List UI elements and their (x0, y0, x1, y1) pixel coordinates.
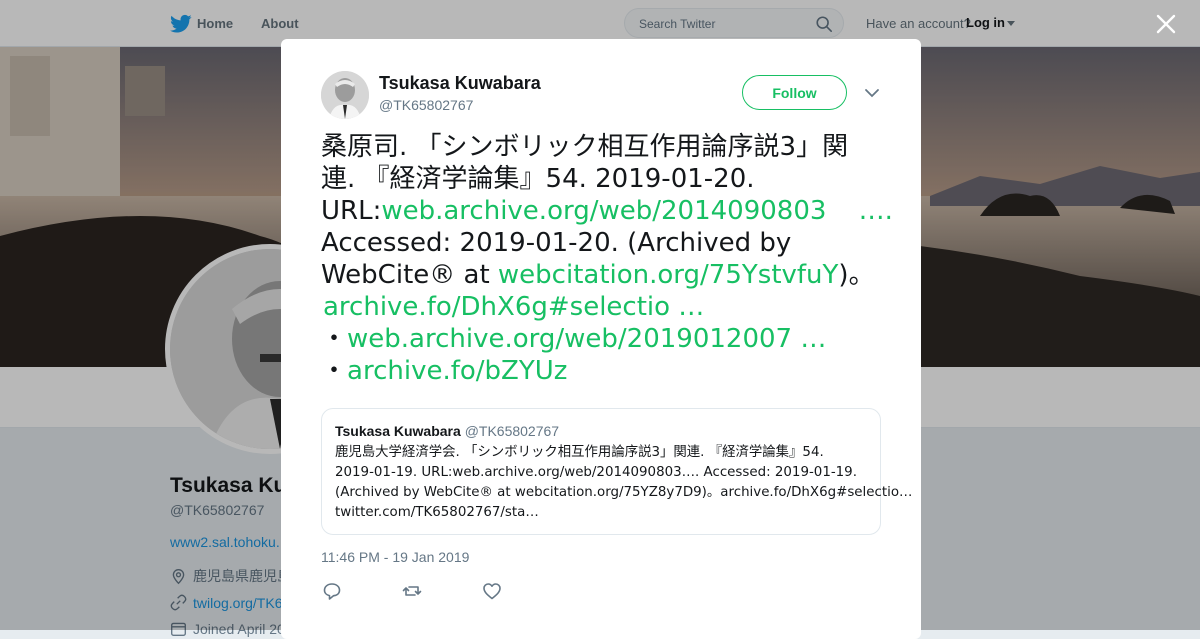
tweet-author-handle[interactable]: @TK65802767 (379, 97, 473, 113)
tweet-line: ・archive.fo/bZYUz (321, 355, 893, 387)
tweet-line: ・web.archive.org/web/2019012007 … (321, 323, 893, 355)
tweet-line: archive.fo/DhX6g#selectio … (321, 291, 893, 323)
tweet-text-segment: URL: (321, 196, 382, 226)
tweet-link[interactable]: webcitation.org/75YstvfuY (498, 260, 839, 290)
tweet-text-segment: WebCite® at (321, 260, 498, 290)
tweet-link[interactable]: archive.fo/bZYUz (347, 356, 567, 386)
chevron-down-icon[interactable] (864, 87, 880, 99)
tweet-line: URL:web.archive.org/web/2014090803 …. (321, 195, 893, 227)
quoted-tweet-header: Tsukasa Kuwabara @TK65802767 (335, 423, 559, 439)
tweet-author-name[interactable]: Tsukasa Kuwabara (379, 73, 541, 94)
tweet-link[interactable]: web.archive.org/web/2019012007 … (347, 324, 826, 354)
close-icon[interactable] (1152, 10, 1180, 38)
tweet-link[interactable]: archive.fo/DhX6g#selectio … (323, 292, 704, 322)
retweet-icon[interactable] (401, 580, 423, 602)
quoted-line: 鹿児島大学経済学会. 「シンボリック相互作用論序説3」関連. 『経済学論集』54… (335, 445, 824, 460)
heart-icon[interactable] (481, 580, 503, 602)
tweet-author-avatar[interactable] (321, 71, 369, 119)
tweet-text-segment: )。 (838, 260, 875, 290)
tweet-timestamp[interactable]: 11:46 PM - 19 Jan 2019 (321, 549, 469, 565)
quoted-line: twitter.com/TK65802767/sta… (335, 505, 539, 520)
tweet-line: Accessed: 2019-01-20. (Archived by (321, 228, 792, 258)
bullet: ・ (321, 356, 348, 386)
quoted-author-name: Tsukasa Kuwabara (335, 423, 461, 439)
reply-icon[interactable] (321, 580, 343, 602)
bullet: ・ (321, 324, 348, 354)
tweet-line: WebCite® at webcitation.org/75YstvfuY)。 (321, 259, 893, 291)
tweet-link[interactable]: web.archive.org/web/2014090803 (381, 196, 826, 226)
quoted-line: 2019-01-19. URL:web.archive.org/web/2014… (335, 465, 857, 480)
tweet-link-ellipsis[interactable]: …. (850, 196, 893, 226)
tweet-text: 桑原司. 「シンボリック相互作用論序説3」関 連. 『経済学論集』54. 201… (321, 131, 893, 387)
tweet-line: 桑原司. 「シンボリック相互作用論序説3」関 (321, 132, 849, 162)
quoted-line: (Archived by WebCite® at webcitation.org… (335, 485, 913, 500)
quoted-tweet[interactable]: Tsukasa Kuwabara @TK65802767 鹿児島大学経済学会. … (321, 408, 913, 535)
follow-button[interactable]: Follow (742, 75, 847, 110)
tweet-line: 連. 『経済学論集』54. 2019-01-20. (321, 164, 755, 194)
quoted-tweet-text: 鹿児島大学経済学会. 「シンボリック相互作用論序説3」関連. 『経済学論集』54… (335, 443, 913, 523)
tweet-modal: Tsukasa Kuwabara @TK65802767 Follow 桑原司.… (281, 39, 921, 639)
quoted-author-handle: @TK65802767 (464, 423, 560, 439)
author-avatar-portrait (321, 71, 369, 119)
